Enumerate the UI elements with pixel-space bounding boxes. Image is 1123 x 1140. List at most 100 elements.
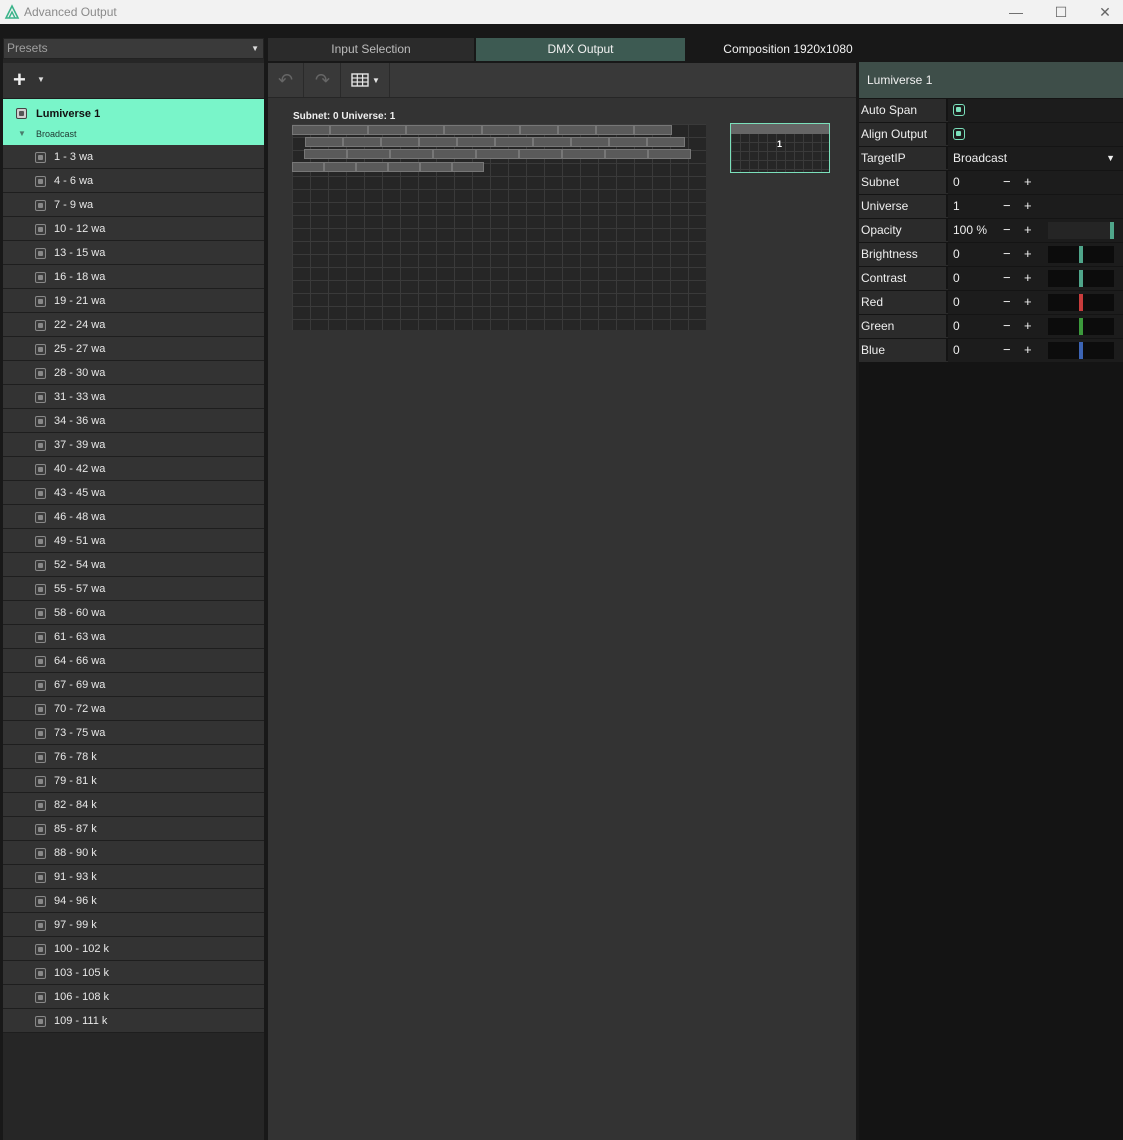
slice-enable-checkbox[interactable] — [35, 296, 46, 307]
slice-enable-checkbox[interactable] — [35, 416, 46, 427]
fixture-cell[interactable] — [571, 137, 609, 147]
contrast-slider-knob[interactable] — [1079, 270, 1083, 287]
fixture-cell[interactable] — [647, 137, 685, 147]
slice-item[interactable]: 82 - 84 k — [3, 793, 264, 817]
green-slider-knob[interactable] — [1079, 318, 1083, 335]
slice-item[interactable]: 13 - 15 wa — [3, 241, 264, 265]
universe-value[interactable]: 1 — [953, 195, 960, 218]
slice-item[interactable]: 91 - 93 k — [3, 865, 264, 889]
contrast-value[interactable]: 0 — [953, 267, 960, 290]
target-ip-dropdown[interactable]: Broadcast ▼ — [948, 147, 1123, 170]
slice-item[interactable]: 16 - 18 wa — [3, 265, 264, 289]
fixture-cell[interactable] — [605, 149, 648, 159]
slice-enable-checkbox[interactable] — [35, 200, 46, 211]
fixture-cell[interactable] — [482, 125, 520, 135]
slice-item[interactable]: 55 - 57 wa — [3, 577, 264, 601]
slice-enable-checkbox[interactable] — [35, 224, 46, 235]
slice-item[interactable]: 73 - 75 wa — [3, 721, 264, 745]
slice-item[interactable]: 40 - 42 wa — [3, 457, 264, 481]
fixture-cell[interactable] — [520, 125, 558, 135]
fixture-cell[interactable] — [433, 149, 476, 159]
slice-item[interactable]: 103 - 105 k — [3, 961, 264, 985]
fixture-cell[interactable] — [343, 137, 381, 147]
fixture-cell[interactable] — [634, 125, 672, 135]
fixture-cell[interactable] — [495, 137, 533, 147]
tab-dmx-output[interactable]: DMX Output — [476, 38, 685, 61]
fixture-cell[interactable] — [452, 162, 484, 172]
slice-enable-checkbox[interactable] — [35, 728, 46, 739]
contrast-increment-button[interactable]: + — [1024, 267, 1032, 289]
slice-enable-checkbox[interactable] — [35, 320, 46, 331]
blue-decrement-button[interactable]: − — [1003, 339, 1011, 361]
slice-enable-checkbox[interactable] — [35, 536, 46, 547]
slice-enable-checkbox[interactable] — [35, 464, 46, 475]
contrast-slider[interactable] — [1048, 270, 1114, 287]
fixture-cell[interactable] — [457, 137, 495, 147]
brightness-increment-button[interactable]: + — [1024, 243, 1032, 265]
presets-dropdown[interactable]: Presets ▼ — [3, 38, 264, 59]
slice-item[interactable]: 88 - 90 k — [3, 841, 264, 865]
slice-enable-checkbox[interactable] — [35, 944, 46, 955]
fixture-cell[interactable] — [356, 162, 388, 172]
blue-increment-button[interactable]: + — [1024, 339, 1032, 361]
align-output-checkbox[interactable] — [953, 128, 965, 140]
red-increment-button[interactable]: + — [1024, 291, 1032, 313]
slice-enable-checkbox[interactable] — [35, 608, 46, 619]
subnet-value[interactable]: 0 — [953, 171, 960, 194]
slice-enable-checkbox[interactable] — [35, 488, 46, 499]
brightness-value[interactable]: 0 — [953, 243, 960, 266]
slice-item[interactable]: 4 - 6 wa — [3, 169, 264, 193]
fixture-cell[interactable] — [648, 149, 691, 159]
fixture-cell[interactable] — [419, 137, 457, 147]
slice-enable-checkbox[interactable] — [35, 824, 46, 835]
red-value[interactable]: 0 — [953, 291, 960, 314]
green-decrement-button[interactable]: − — [1003, 315, 1011, 337]
fixture-cell[interactable] — [292, 162, 324, 172]
contrast-decrement-button[interactable]: − — [1003, 267, 1011, 289]
slice-item[interactable]: 37 - 39 wa — [3, 433, 264, 457]
slice-enable-checkbox[interactable] — [35, 776, 46, 787]
slice-item[interactable]: 28 - 30 wa — [3, 361, 264, 385]
redo-button[interactable]: ↷ — [305, 63, 341, 97]
slice-item[interactable]: 46 - 48 wa — [3, 505, 264, 529]
slice-item[interactable]: 49 - 51 wa — [3, 529, 264, 553]
fixture-cell[interactable] — [558, 125, 596, 135]
tab-input-selection[interactable]: Input Selection — [268, 38, 474, 61]
slice-item[interactable]: 10 - 12 wa — [3, 217, 264, 241]
slice-item[interactable]: 94 - 96 k — [3, 889, 264, 913]
fixture-cell[interactable] — [368, 125, 406, 135]
slice-item[interactable]: 79 - 81 k — [3, 769, 264, 793]
brightness-slider-knob[interactable] — [1079, 246, 1083, 263]
slice-enable-checkbox[interactable] — [35, 176, 46, 187]
red-decrement-button[interactable]: − — [1003, 291, 1011, 313]
slice-enable-checkbox[interactable] — [35, 992, 46, 1003]
blue-value[interactable]: 0 — [953, 339, 960, 362]
fixture-cell[interactable] — [609, 137, 647, 147]
close-button[interactable]: ✕ — [1082, 0, 1123, 24]
fixture-cell[interactable] — [304, 149, 347, 159]
slice-item[interactable]: 25 - 27 wa — [3, 337, 264, 361]
fixture-cell[interactable] — [381, 137, 419, 147]
fixture-cell[interactable] — [476, 149, 519, 159]
brightness-slider[interactable] — [1048, 246, 1114, 263]
dmx-grid[interactable] — [292, 124, 706, 330]
slice-enable-checkbox[interactable] — [35, 440, 46, 451]
slice-enable-checkbox[interactable] — [35, 392, 46, 403]
green-increment-button[interactable]: + — [1024, 315, 1032, 337]
minimize-button[interactable]: — — [993, 0, 1039, 24]
slice-item[interactable]: 52 - 54 wa — [3, 553, 264, 577]
fixture-cell[interactable] — [420, 162, 452, 172]
opacity-decrement-button[interactable]: − — [1003, 219, 1011, 241]
red-slider[interactable] — [1048, 294, 1114, 311]
slice-enable-checkbox[interactable] — [35, 920, 46, 931]
slice-enable-checkbox[interactable] — [35, 704, 46, 715]
opacity-slider-knob[interactable] — [1110, 222, 1114, 239]
slice-enable-checkbox[interactable] — [35, 152, 46, 163]
slice-item[interactable]: 31 - 33 wa — [3, 385, 264, 409]
subnet-decrement-button[interactable]: − — [1003, 171, 1011, 193]
slice-item[interactable]: 67 - 69 wa — [3, 673, 264, 697]
fixture-cell[interactable] — [562, 149, 605, 159]
slice-item[interactable]: 70 - 72 wa — [3, 697, 264, 721]
fixture-cell[interactable] — [292, 125, 330, 135]
slice-item[interactable]: 1 - 3 wa — [3, 145, 264, 169]
